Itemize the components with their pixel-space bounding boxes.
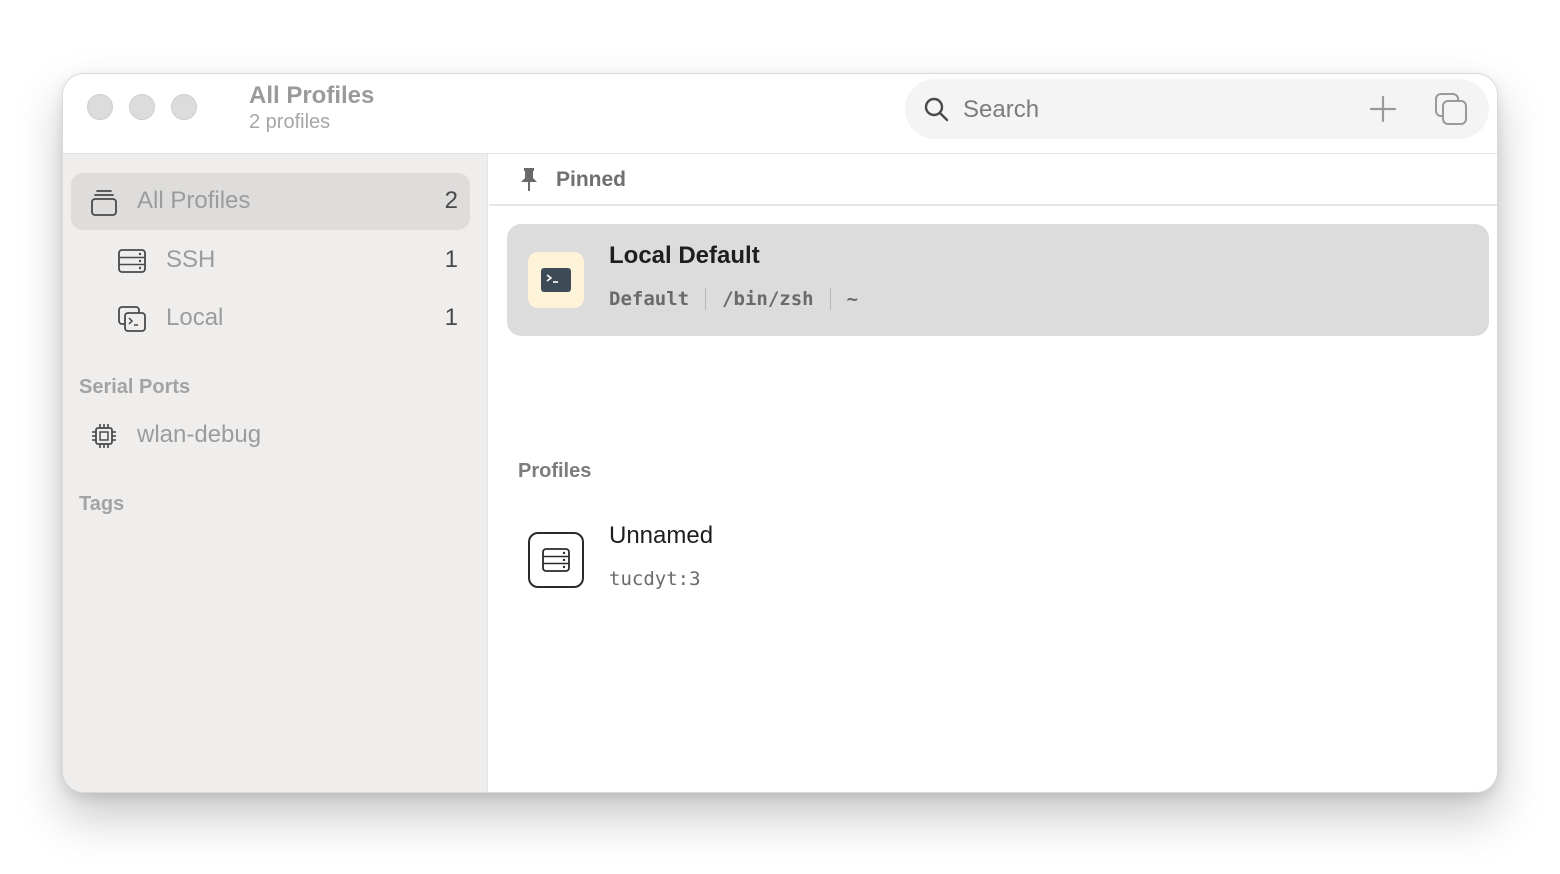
profile-meta-host: tucdyt:3 [609, 568, 701, 590]
profile-meta-directory: ~ [846, 288, 859, 310]
sidebar-item-all-profiles[interactable]: All Profiles 2 [71, 173, 470, 230]
server-icon [118, 249, 146, 273]
terminal-badge [528, 252, 584, 308]
sidebar-item-local[interactable]: Local 1 [71, 290, 470, 347]
add-profile-button[interactable] [1367, 93, 1399, 125]
stack-icon [91, 190, 117, 216]
zoom-window-button[interactable] [171, 94, 197, 120]
meta-divider [705, 288, 707, 310]
serial-ports-header: Serial Ports [79, 376, 191, 398]
terminal-windows-icon [118, 306, 146, 332]
profile-meta: tucdyt:3 [609, 568, 701, 590]
title-bar: All Profiles 2 profiles Search [63, 74, 1497, 154]
window-subtitle: 2 profiles [249, 111, 331, 133]
duplicate-icon[interactable] [1433, 91, 1469, 127]
terminal-icon [541, 268, 571, 292]
sidebar: All Profiles 2 SSH 1 Local 1 Serial Port… [63, 154, 488, 792]
minimize-window-button[interactable] [129, 94, 155, 120]
window-title: All Profiles [249, 82, 375, 109]
main-content: Pinned Local Default Default /bin/zsh ~ … [489, 154, 1497, 792]
chip-icon [92, 424, 116, 448]
sidebar-item-label: Local [166, 304, 224, 331]
meta-divider [829, 288, 831, 310]
search-input[interactable]: Search [963, 96, 1039, 124]
pin-icon [521, 168, 537, 191]
profile-meta-theme: Default [609, 288, 690, 310]
search-icon [924, 97, 949, 122]
profiles-section-header: Profiles [518, 460, 592, 482]
sidebar-item-count: 1 [444, 246, 458, 273]
pinned-label: Pinned [556, 168, 627, 191]
server-badge [528, 532, 584, 588]
server-icon [542, 548, 570, 572]
pinned-section-header: Pinned [489, 154, 1497, 206]
search-bar[interactable]: Search [905, 79, 1489, 139]
sidebar-item-label: wlan-debug [137, 421, 262, 448]
profile-name: Unnamed [609, 522, 714, 549]
app-window: All Profiles 2 profiles Search All Profi… [62, 73, 1498, 793]
profile-meta: Default /bin/zsh ~ [609, 288, 858, 310]
sidebar-item-ssh[interactable]: SSH 1 [71, 232, 470, 289]
profile-card-local-default[interactable]: Local Default Default /bin/zsh ~ [507, 224, 1489, 336]
sidebar-item-count: 1 [444, 304, 458, 331]
sidebar-item-count: 2 [444, 187, 458, 214]
sidebar-item-wlan-debug[interactable]: wlan-debug [71, 407, 470, 464]
sidebar-item-label: All Profiles [137, 187, 251, 214]
sidebar-item-label: SSH [166, 246, 216, 273]
profile-card-unnamed[interactable]: Unnamed tucdyt:3 [507, 504, 1489, 616]
tags-header: Tags [79, 493, 125, 515]
profile-name: Local Default [609, 242, 760, 269]
close-window-button[interactable] [87, 94, 113, 120]
profile-meta-shell: /bin/zsh [722, 288, 814, 310]
